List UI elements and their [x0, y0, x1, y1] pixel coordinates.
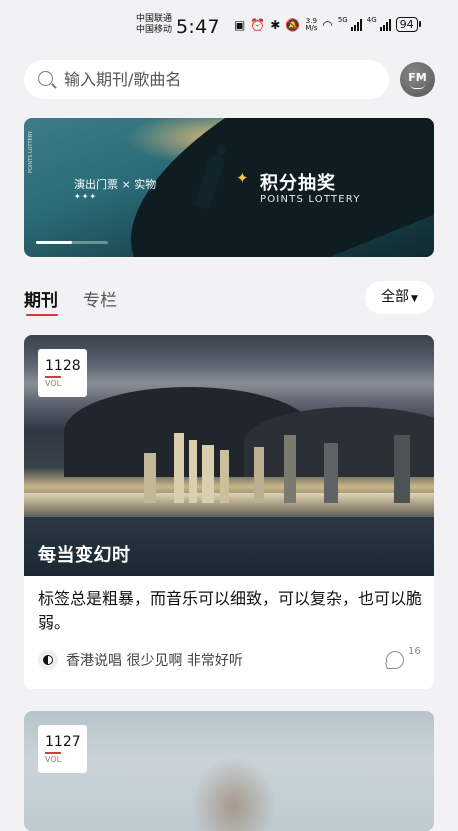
- vol-number: 1127: [45, 734, 81, 750]
- cover-building: [174, 433, 184, 503]
- vol-badge: 1127 VOL: [38, 725, 87, 773]
- cover-building: [324, 443, 338, 503]
- banner-carousel-indicator: [36, 241, 108, 244]
- card-tags: 香港说唱 很少见啊 非常好听: [38, 650, 243, 670]
- search-input[interactable]: [64, 60, 374, 99]
- net-speed-unit: M/s: [305, 23, 318, 32]
- tab-column[interactable]: 专栏: [83, 286, 117, 311]
- filter-label: 全部: [381, 289, 410, 305]
- vol-label: VOL: [45, 755, 62, 764]
- mute-icon: 🔕: [285, 17, 301, 32]
- carrier-labels: 中国联通 中国移动: [136, 14, 172, 36]
- cover-building: [394, 435, 410, 503]
- caret-down-icon: ▼: [411, 294, 418, 304]
- signal-2-icon: [379, 18, 391, 31]
- cover-building: [202, 445, 214, 503]
- comment-icon[interactable]: [386, 651, 404, 669]
- card-description: 标签总是粗暴，而音乐可以细致，可以复杂，也可以脆弱。: [38, 589, 423, 632]
- card-tag-text: 香港说唱 很少见啊 非常好听: [66, 653, 243, 669]
- vol-divider: [45, 752, 61, 754]
- banner-subtitle: POINTS LOTTERY: [260, 194, 361, 205]
- signal-1-icon: [350, 18, 362, 31]
- search-icon: [38, 71, 53, 86]
- active-tab-indicator: [26, 314, 58, 316]
- carrier-1: 中国联通: [136, 14, 173, 24]
- cover-building: [220, 450, 229, 503]
- banner-side-text: POINTS LOTTERY: [28, 131, 34, 173]
- vol-badge: 1128 VOL: [38, 349, 87, 397]
- wifi-icon: ◠: [322, 17, 333, 32]
- card-title: 每当变幻时: [38, 545, 131, 566]
- banner-diamonds: ✦✦✦: [74, 192, 98, 201]
- status-bar: 中国联通 中国移动 5:47 ▣ ⏰ ✱ 🔕 3.9 M/s ◠ 5G 4G 9…: [0, 0, 458, 56]
- sparkle-icon: ✦: [236, 169, 249, 187]
- signal-2-tag: 4G: [366, 15, 377, 24]
- lottery-banner[interactable]: POINTS LOTTERY 演出门票 × 实物 ✦✦✦ ✦ 积分抽奖 POIN…: [24, 118, 434, 257]
- banner-carousel-indicator-fill: [36, 241, 72, 244]
- vol-number: 1128: [45, 358, 81, 374]
- cover-building: [144, 453, 156, 503]
- yin-yang-icon: [38, 650, 58, 670]
- carrier-2: 中国移动: [136, 25, 173, 35]
- search-bar[interactable]: [24, 60, 389, 99]
- journal-card[interactable]: 1128 VOL 每当变幻时 标签总是粗暴，而音乐可以细致，可以复杂，也可以脆弱…: [24, 335, 434, 689]
- card-cover-image: 1128 VOL 每当变幻时: [24, 335, 434, 576]
- status-icons: ▣ ⏰ ✱ 🔕 3.9 M/s ◠ 5G 4G 94: [234, 15, 421, 32]
- banner-prize-text: 演出门票 × 实物: [74, 178, 157, 191]
- cover-building: [284, 435, 296, 503]
- tab-journal[interactable]: 期刊: [24, 286, 58, 311]
- journal-card[interactable]: 1127 VOL: [24, 711, 434, 831]
- cover-building: [189, 440, 197, 503]
- status-time: 5:47: [176, 16, 220, 38]
- banner-title: 积分抽奖: [260, 173, 336, 194]
- vol-divider: [45, 376, 61, 378]
- vol-label: VOL: [45, 379, 62, 388]
- banner-figure-head: [216, 144, 227, 155]
- filter-dropdown[interactable]: 全部 ▼: [365, 281, 434, 314]
- cover-building: [254, 447, 264, 503]
- comment-count: 16: [408, 646, 421, 657]
- fm-avatar[interactable]: FM: [400, 62, 435, 97]
- net-speed: 3.9 M/s: [305, 17, 318, 32]
- bluetooth-icon: ✱: [270, 17, 281, 32]
- battery-level: 94: [395, 17, 421, 32]
- signal-1-tag: 5G: [337, 15, 348, 24]
- nfc-icon: ▣: [234, 17, 246, 32]
- alarm-icon: ⏰: [250, 17, 266, 32]
